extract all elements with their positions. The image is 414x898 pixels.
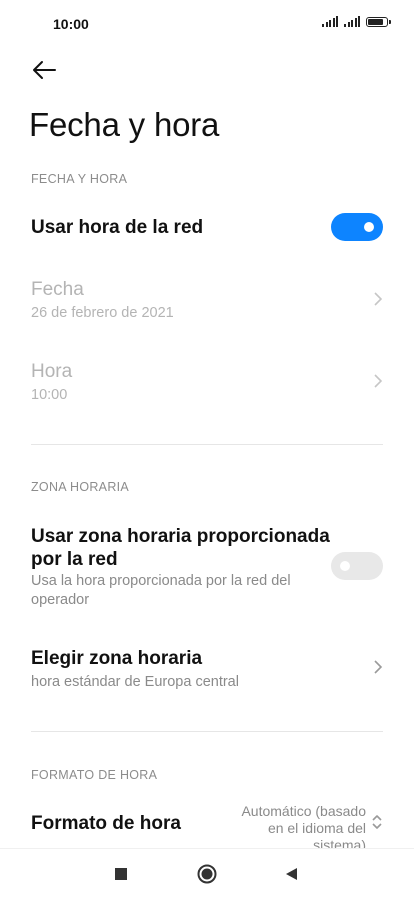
chevron-up-down-icon [372,815,382,829]
date-value: 26 de febrero de 2021 [31,305,174,321]
time-label: Hora [31,361,73,382]
time-value: 10:00 [31,387,68,403]
network-zone-desc-line1: Usa la hora proporcionada por la red del [31,573,291,589]
status-bar: 10:00 [0,0,414,48]
network-zone-label-line1: Usar zona horaria proporcionada [31,526,330,547]
status-time: 10:00 [53,16,89,32]
network-time-label: Usar hora de la red [31,217,204,238]
network-zone-toggle[interactable] [331,552,383,580]
time-format-value: Automático (basado en el idioma del sist… [226,803,366,848]
section-header-date-time: FECHA Y HORA [31,172,128,186]
time-format-value-line1: Automático (basado [241,803,366,819]
section-header-format: FORMATO DE HORA [31,768,158,782]
navigation-bar [0,848,414,898]
chevron-right-icon [374,660,383,674]
page-title: Fecha y hora [29,106,220,143]
network-zone-label-line2: por la red [31,549,118,570]
time-row[interactable]: Hora 10:00 [0,358,414,412]
network-zone-desc-line2: operador [31,592,90,608]
time-format-label: Formato de hora [31,813,181,834]
back-arrow-icon[interactable] [30,56,58,84]
choose-zone-value: hora estándar de Europa central [31,674,239,690]
choose-zone-row[interactable]: Elegir zona horaria hora estándar de Eur… [0,646,414,696]
section-divider [31,731,383,732]
chevron-right-icon [374,374,383,388]
toggle-knob [364,222,374,232]
network-time-row[interactable]: Usar hora de la red [0,206,414,252]
time-format-row[interactable]: Formato de hora Automático (basado en el… [0,800,414,848]
date-row[interactable]: Fecha 26 de febrero de 2021 [0,276,414,330]
signal-icon [322,16,338,27]
time-format-value-line3: sistema) [313,837,366,848]
section-header-time-zone: ZONA HORARIA [31,480,130,494]
home-circle-icon[interactable] [195,862,219,886]
battery-icon [366,16,391,27]
signal-icon-2 [344,16,360,27]
network-zone-row[interactable]: Usar zona horaria proporcionada por la r… [0,524,414,614]
date-label: Fecha [31,279,84,300]
recents-square-icon[interactable] [109,862,133,886]
network-time-toggle[interactable] [331,213,383,241]
toggle-knob [340,561,350,571]
back-triangle-icon[interactable] [280,862,304,886]
section-divider [31,444,383,445]
status-icons [322,16,391,27]
choose-zone-label: Elegir zona horaria [31,648,203,669]
chevron-right-icon [374,292,383,306]
time-format-value-line2: en el idioma del [267,820,366,836]
